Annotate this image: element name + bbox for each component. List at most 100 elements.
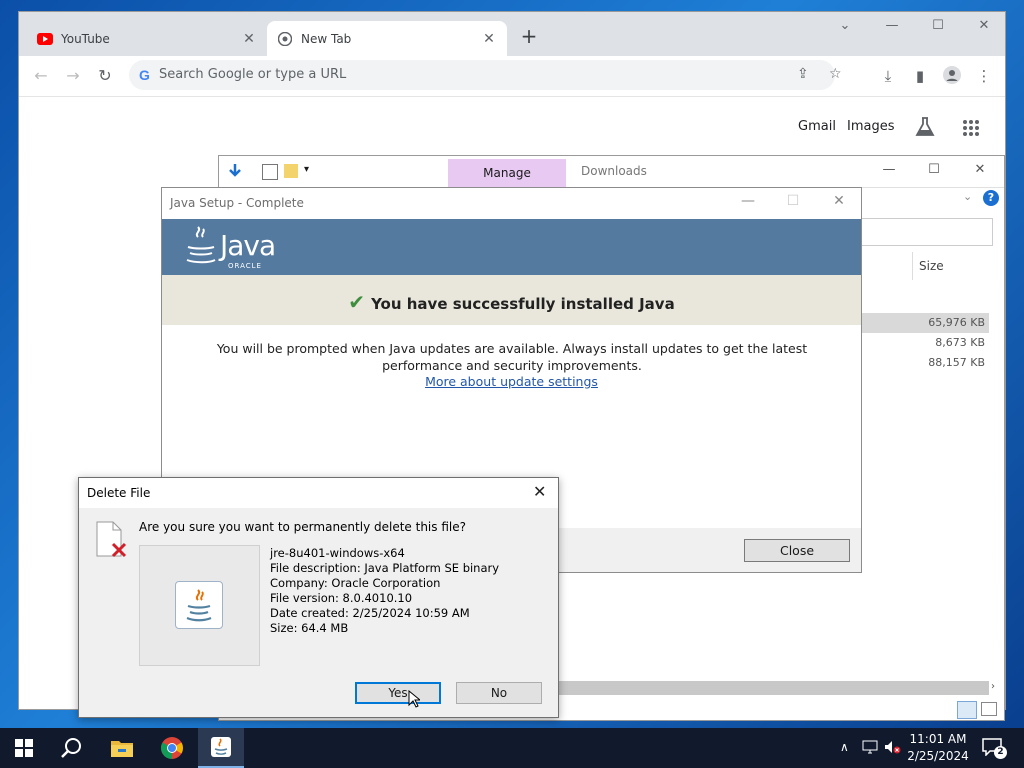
success-message: ✔ You have successfully installed Java bbox=[162, 290, 861, 314]
java-logo: Java bbox=[220, 229, 276, 262]
file-thumbnail bbox=[139, 545, 260, 666]
java-titlebar: Java Setup - Complete — ☐ ✕ bbox=[162, 188, 861, 219]
mouse-cursor-icon bbox=[408, 689, 422, 711]
scroll-right-arrow-icon[interactable]: › bbox=[991, 681, 995, 692]
bookmark-star-icon[interactable]: ☆ bbox=[829, 66, 842, 82]
quick-access-dropdown-icon[interactable]: ▾ bbox=[304, 164, 309, 175]
java-minimize-button[interactable]: — bbox=[734, 193, 762, 209]
no-button[interactable]: No bbox=[456, 682, 542, 704]
google-g-icon: G bbox=[139, 67, 150, 83]
taskbar-clock[interactable]: 11:01 AM 2/25/2024 bbox=[906, 731, 970, 765]
java-file-icon bbox=[175, 581, 223, 629]
show-hidden-icons-chevron-icon[interactable]: ∧ bbox=[840, 740, 849, 754]
share-icon[interactable]: ⇪ bbox=[797, 66, 809, 82]
java-setup-taskbar-button[interactable] bbox=[198, 728, 244, 768]
explorer-maximize-button[interactable]: ☐ bbox=[920, 162, 948, 177]
file-details: jre-8u401-windows-x64 File description: … bbox=[270, 546, 499, 636]
file-row[interactable]: 88,157 KB bbox=[859, 353, 989, 373]
forward-icon[interactable]: → bbox=[61, 64, 85, 88]
tab-youtube[interactable]: YouTube ✕ bbox=[27, 21, 267, 56]
java-maximize-button: ☐ bbox=[786, 193, 800, 209]
tab-search-icon[interactable]: ⌄ bbox=[831, 18, 859, 33]
explorer-search-box[interactable] bbox=[861, 218, 993, 246]
tab-title: New Tab bbox=[301, 31, 352, 46]
apps-grid-icon[interactable] bbox=[962, 119, 980, 140]
success-text: You have successfully installed Java bbox=[371, 295, 675, 313]
tab-new-tab[interactable]: New Tab ✕ bbox=[267, 21, 507, 56]
success-band: ✔ You have successfully installed Java bbox=[162, 275, 861, 325]
java-close-dialog-button[interactable]: Close bbox=[744, 539, 850, 562]
properties-icon[interactable] bbox=[262, 164, 278, 180]
address-bar[interactable]: G Search Google or type a URL ⇪ ☆ bbox=[129, 60, 842, 90]
clock-date: 2/25/2024 bbox=[907, 749, 969, 763]
file-size: Size: 64.4 MB bbox=[270, 621, 349, 635]
file-row[interactable]: 65,976 KB bbox=[859, 313, 989, 333]
browser-toolbar: ← → ↻ G Search Google or type a URL ⇪ ☆ … bbox=[19, 56, 1005, 97]
tab-strip: YouTube ✕ New Tab ✕ + ⌄ — ☐ ✕ bbox=[19, 12, 1005, 56]
file-date-created: Date created: 2/25/2024 10:59 AM bbox=[270, 606, 470, 620]
java-window-title: Java Setup - Complete bbox=[170, 196, 304, 210]
java-cup-icon bbox=[184, 225, 218, 270]
clock-time: 11:01 AM bbox=[909, 732, 967, 746]
tab-close-icon[interactable]: ✕ bbox=[241, 31, 257, 47]
side-panel-icon[interactable]: ▮ bbox=[909, 66, 931, 88]
java-close-button[interactable]: ✕ bbox=[825, 193, 853, 209]
file-company: Company: Oracle Corporation bbox=[270, 576, 441, 590]
maximize-button[interactable]: ☐ bbox=[924, 18, 952, 33]
search-button[interactable] bbox=[49, 728, 95, 768]
images-link[interactable]: Images bbox=[847, 119, 895, 134]
close-button[interactable]: ✕ bbox=[970, 18, 998, 33]
update-settings-link-text[interactable]: More about update settings bbox=[425, 374, 598, 389]
column-divider bbox=[912, 252, 913, 280]
new-tab-button[interactable]: + bbox=[517, 25, 541, 49]
address-placeholder: Search Google or type a URL bbox=[159, 67, 347, 82]
manage-tab[interactable]: Manage bbox=[448, 159, 566, 187]
delete-dialog-close-icon[interactable]: ✕ bbox=[533, 482, 546, 501]
taskbar: ∧ 11:01 AM 2/25/2024 2 bbox=[0, 728, 1024, 768]
profile-icon[interactable] bbox=[941, 66, 963, 88]
help-icon[interactable]: ? bbox=[983, 190, 999, 206]
minimize-button[interactable]: — bbox=[878, 18, 906, 33]
file-name: jre-8u401-windows-x64 bbox=[270, 546, 405, 560]
chrome-taskbar-button[interactable] bbox=[149, 728, 195, 768]
checkmark-icon: ✔ bbox=[348, 290, 366, 314]
yes-button[interactable]: Yes bbox=[355, 682, 441, 704]
search-icon bbox=[61, 738, 81, 758]
horizontal-scrollbar[interactable] bbox=[559, 681, 989, 695]
file-explorer-taskbar-button[interactable] bbox=[99, 728, 145, 768]
file-row[interactable]: 8,673 KB bbox=[859, 333, 989, 353]
gmail-link[interactable]: Gmail bbox=[798, 119, 836, 134]
explorer-minimize-button[interactable]: — bbox=[875, 162, 903, 177]
chrome-tab-icon bbox=[277, 31, 293, 47]
large-icons-view-icon[interactable] bbox=[981, 702, 997, 716]
details-view-icon[interactable] bbox=[957, 701, 977, 719]
chrome-icon bbox=[161, 737, 183, 759]
delete-file-dialog: Delete File ✕ Are you sure you want to p… bbox=[78, 477, 559, 718]
java-setup-icon bbox=[211, 737, 231, 757]
notification-count-badge: 2 bbox=[994, 746, 1007, 759]
tab-close-icon[interactable]: ✕ bbox=[481, 31, 497, 47]
file-explorer-icon bbox=[111, 741, 133, 757]
java-banner: Java ORACLE bbox=[162, 219, 861, 275]
youtube-icon bbox=[37, 31, 53, 47]
delete-dialog-titlebar: Delete File ✕ bbox=[79, 478, 558, 508]
reload-icon[interactable]: ↻ bbox=[93, 64, 117, 88]
update-settings-link[interactable]: More about update settings bbox=[162, 374, 861, 389]
explorer-title: Downloads bbox=[581, 164, 647, 178]
labs-flask-icon[interactable] bbox=[914, 116, 936, 141]
back-icon[interactable]: ← bbox=[29, 64, 53, 88]
column-header-size[interactable]: Size bbox=[919, 259, 944, 273]
file-version: File version: 8.0.4010.10 bbox=[270, 591, 413, 605]
folder-icon[interactable] bbox=[284, 164, 298, 178]
start-button[interactable] bbox=[1, 728, 47, 768]
notifications-button[interactable]: 2 bbox=[982, 738, 1007, 759]
explorer-close-button[interactable]: ✕ bbox=[966, 162, 994, 177]
oracle-logo: ORACLE bbox=[228, 262, 262, 270]
download-icon[interactable]: ⤓ bbox=[877, 66, 899, 88]
network-icon[interactable] bbox=[862, 740, 878, 757]
download-arrow-icon bbox=[227, 163, 243, 182]
menu-kebab-icon[interactable]: ⋮ bbox=[973, 66, 995, 88]
delete-file-icon bbox=[95, 520, 129, 563]
volume-muted-icon[interactable] bbox=[884, 740, 902, 757]
ribbon-expand-icon[interactable]: ⌄ bbox=[963, 190, 972, 203]
